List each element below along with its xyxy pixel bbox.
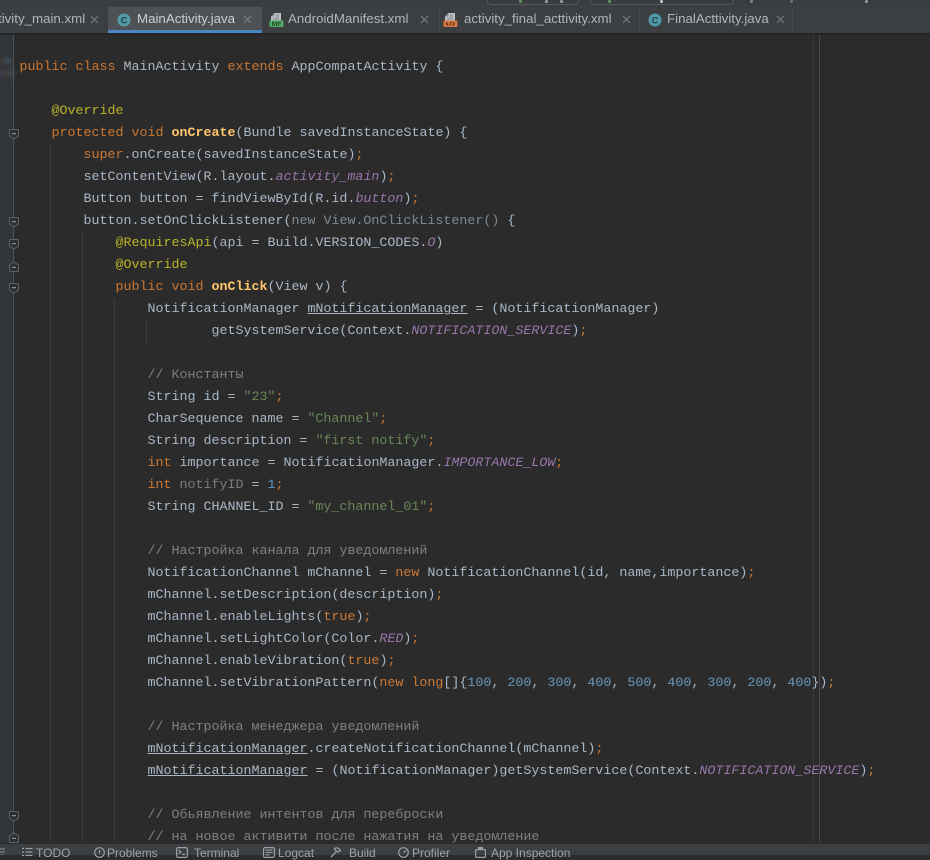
svg-text:MF: MF (272, 21, 282, 27)
svg-text:C: C (652, 15, 659, 25)
svg-text:C: C (120, 15, 127, 25)
